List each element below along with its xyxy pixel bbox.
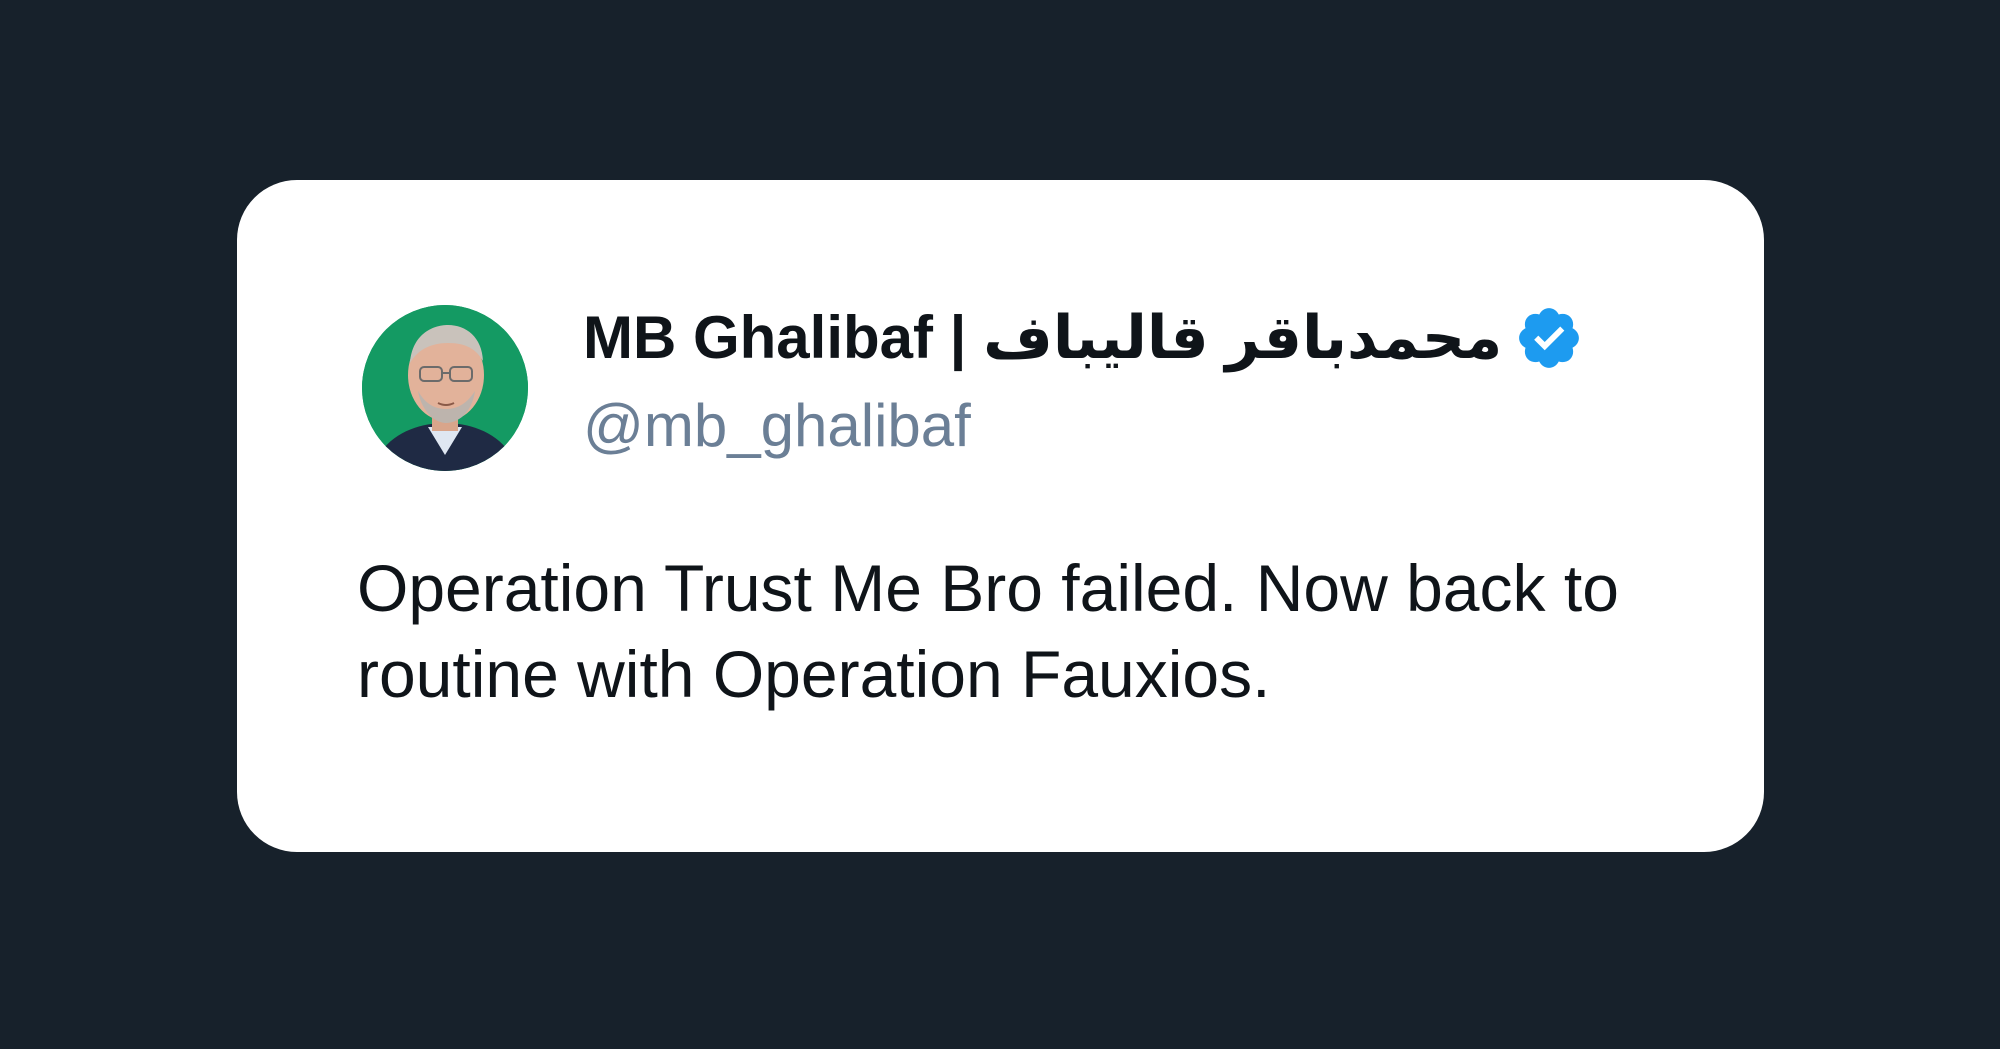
display-name[interactable]: محمدباقر قالیباف | MB Ghalibaf	[583, 298, 1502, 378]
tweet-text: Operation Trust Me Bro failed. Now back …	[357, 551, 1619, 711]
avatar[interactable]	[362, 305, 528, 471]
verified-badge-icon	[1514, 303, 1584, 373]
tweet-card[interactable]: محمدباقر قالیباف | MB Ghalibaf @mb_ghali…	[237, 180, 1764, 852]
profile-photo-icon	[362, 305, 528, 471]
author-handle[interactable]: @mb_ghalibaf	[583, 390, 971, 462]
author-name-row[interactable]: محمدباقر قالیباف | MB Ghalibaf	[583, 298, 1584, 378]
